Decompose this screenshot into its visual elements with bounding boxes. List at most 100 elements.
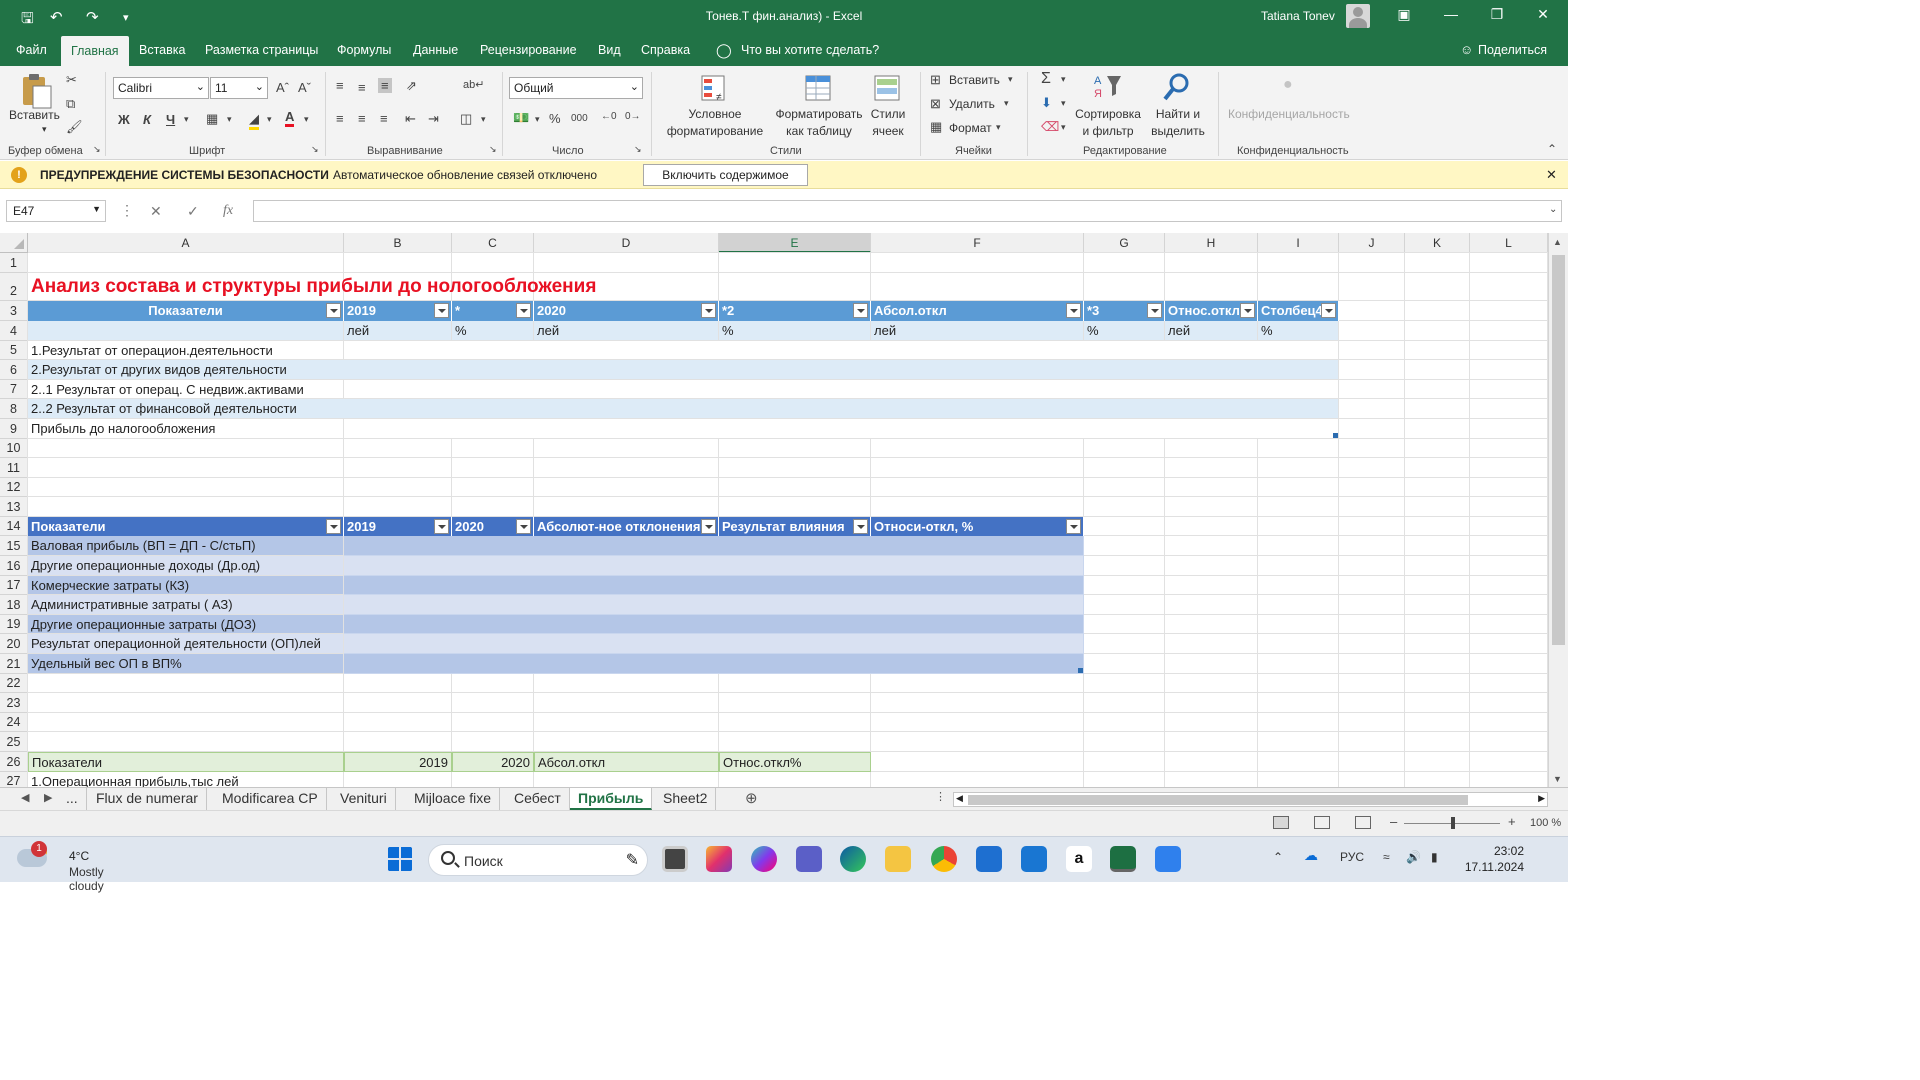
cancel-icon[interactable]: ✕	[150, 203, 162, 220]
table1-label-cell[interactable]: 1.Результат от операцион.деятельности	[28, 341, 344, 360]
teams-icon[interactable]	[796, 846, 822, 872]
underline-dropdown-icon[interactable]: ▾	[184, 114, 189, 125]
currency-dropdown-icon[interactable]: ▾	[535, 114, 540, 125]
format-as-table-label-2[interactable]: как таблицу	[768, 124, 870, 138]
normal-view-icon[interactable]	[1273, 816, 1289, 829]
row-header[interactable]: 24	[0, 713, 28, 732]
font-color-dropdown-icon[interactable]: ▾	[304, 114, 309, 125]
row-header[interactable]: 23	[0, 693, 28, 713]
select-all-button[interactable]	[0, 233, 28, 253]
fill-down-icon[interactable]: ⬇	[1041, 95, 1052, 111]
column-header-j[interactable]: J	[1339, 233, 1405, 253]
table3-header-cell[interactable]: 2020	[452, 752, 534, 772]
insert-cells-icon[interactable]: ⊞	[930, 72, 941, 88]
table2-header-cell[interactable]: Абсолют-ное отклонения	[534, 517, 719, 536]
filter-dropdown-icon[interactable]	[1066, 519, 1081, 534]
zoom-slider-knob[interactable]	[1451, 817, 1455, 829]
table1-label-cell[interactable]: 2..2 Результат от финансовой деятельност…	[28, 399, 344, 419]
table1-unit-cell[interactable]: лей	[344, 321, 452, 341]
format-cells-icon[interactable]: ▦	[930, 119, 942, 135]
thousands-separator-icon[interactable]: 000	[571, 113, 588, 124]
sheet-title[interactable]: Анализ состава и структуры прибыли до но…	[31, 273, 596, 301]
mail-icon[interactable]	[1021, 846, 1047, 872]
close-window-icon[interactable]: ✕	[1528, 6, 1558, 23]
merge-dropdown-icon[interactable]: ▾	[481, 114, 486, 125]
previous-sheet-icon[interactable]: ◀	[21, 791, 29, 804]
clear-dropdown-icon[interactable]: ▾	[1061, 122, 1066, 133]
copilot-icon[interactable]	[751, 846, 777, 872]
borders-dropdown-icon[interactable]: ▾	[227, 114, 232, 125]
windows-start-icon[interactable]	[387, 846, 413, 872]
table3-header-cell[interactable]: Относ.откл%	[719, 752, 871, 772]
sort-filter-icon[interactable]: А Я	[1093, 72, 1123, 102]
table1-cell[interactable]	[28, 321, 344, 341]
decrease-decimal-icon[interactable]: 0→	[625, 111, 641, 122]
table2-label-cell[interactable]: Административные затраты ( АЗ)	[28, 595, 344, 615]
sheet-tab-flux[interactable]: Flux de numerar	[88, 788, 207, 810]
zoom-out-icon[interactable]: –	[1390, 814, 1397, 829]
merge-center-icon[interactable]: ◫	[460, 111, 472, 127]
increase-decimal-icon[interactable]: ←0	[601, 111, 617, 122]
table2-resize-handle[interactable]	[1078, 668, 1083, 673]
alignment-launcher-icon[interactable]: ↘	[489, 144, 497, 155]
column-header-k[interactable]: K	[1405, 233, 1470, 253]
table1-label-cell[interactable]: 2..1 Результат от операц. С недвиж.актив…	[28, 380, 344, 399]
share-button[interactable]: Поделиться	[1478, 34, 1547, 66]
increase-font-icon[interactable]: Aˆ	[276, 80, 289, 95]
column-header-a[interactable]: A	[28, 233, 344, 253]
table1-header-cell[interactable]: Относ.откл	[1165, 301, 1258, 321]
row-header[interactable]: 21	[0, 654, 28, 674]
format-dropdown-icon[interactable]: ▾	[996, 122, 1001, 133]
table2-header-cell[interactable]: Результат влияния	[719, 517, 871, 536]
table2-label-cell[interactable]: Другие операционные затраты (ДОЗ)	[28, 615, 344, 634]
table2-label-cell[interactable]: Результат операционной деятельности (ОП)…	[28, 634, 344, 654]
font-color-icon[interactable]: A	[285, 109, 295, 127]
myhp-icon[interactable]	[1155, 846, 1181, 872]
onedrive-icon[interactable]: ☁	[1304, 847, 1318, 864]
amazon-icon[interactable]: a	[1066, 846, 1092, 872]
sheet-tab-pribyl[interactable]: Прибыль	[570, 788, 653, 810]
column-header-b[interactable]: B	[344, 233, 452, 253]
column-header-f[interactable]: F	[871, 233, 1084, 253]
table3-header-cell[interactable]: Показатели	[28, 752, 344, 772]
row-header[interactable]: 13	[0, 497, 28, 517]
tab-home[interactable]: Главная	[61, 36, 129, 68]
formula-input[interactable]	[253, 200, 1562, 222]
table1-unit-cell[interactable]: %	[452, 321, 534, 341]
table1-label-cell[interactable]: 2.Результат от других видов деятельности	[28, 360, 344, 380]
align-right-icon[interactable]: ≡	[380, 111, 388, 126]
ribbon-display-options-icon[interactable]: ▣	[1389, 6, 1419, 23]
conditional-formatting-label-1[interactable]: Условное	[660, 107, 770, 121]
next-sheet-icon[interactable]: ▶	[44, 791, 52, 804]
paste-icon[interactable]	[20, 72, 54, 110]
taskbar-search[interactable]: Поиск ✎	[428, 844, 648, 876]
row-header[interactable]: 7	[0, 380, 28, 399]
scroll-down-icon[interactable]: ▼	[1553, 774, 1562, 784]
filter-dropdown-icon[interactable]	[1147, 303, 1162, 318]
number-format-combo[interactable]: Общий ⌄	[509, 77, 643, 99]
column-header-d[interactable]: D	[534, 233, 719, 253]
table1-header-cell[interactable]: *3	[1084, 301, 1165, 321]
align-top-icon[interactable]: ≡	[336, 78, 344, 93]
sheet-tab-sheet2[interactable]: Sheet2	[655, 788, 717, 810]
italic-button[interactable]: К	[143, 112, 151, 127]
font-launcher-icon[interactable]: ↘	[311, 144, 319, 155]
row-header[interactable]: 20	[0, 634, 28, 654]
row-header[interactable]: 15	[0, 536, 28, 556]
scroll-up-icon[interactable]: ▲	[1553, 237, 1562, 247]
column-header-e[interactable]: E	[719, 233, 871, 253]
column-header-l[interactable]: L	[1470, 233, 1548, 253]
zoom-in-icon[interactable]: +	[1508, 814, 1516, 829]
fill-color-icon[interactable]: ◢	[249, 111, 259, 130]
number-launcher-icon[interactable]: ↘	[634, 144, 642, 155]
column-header-h[interactable]: H	[1165, 233, 1258, 253]
filter-dropdown-icon[interactable]	[1066, 303, 1081, 318]
filter-dropdown-icon[interactable]	[516, 519, 531, 534]
row-header[interactable]: 2	[0, 273, 28, 301]
tab-formulas[interactable]: Формулы	[337, 34, 391, 66]
currency-icon[interactable]: 💵	[513, 110, 529, 126]
page-break-view-icon[interactable]	[1355, 816, 1371, 829]
tab-data[interactable]: Данные	[413, 34, 458, 66]
filter-dropdown-icon[interactable]	[1240, 303, 1255, 318]
tray-overflow-icon[interactable]: ⌃	[1273, 850, 1283, 864]
